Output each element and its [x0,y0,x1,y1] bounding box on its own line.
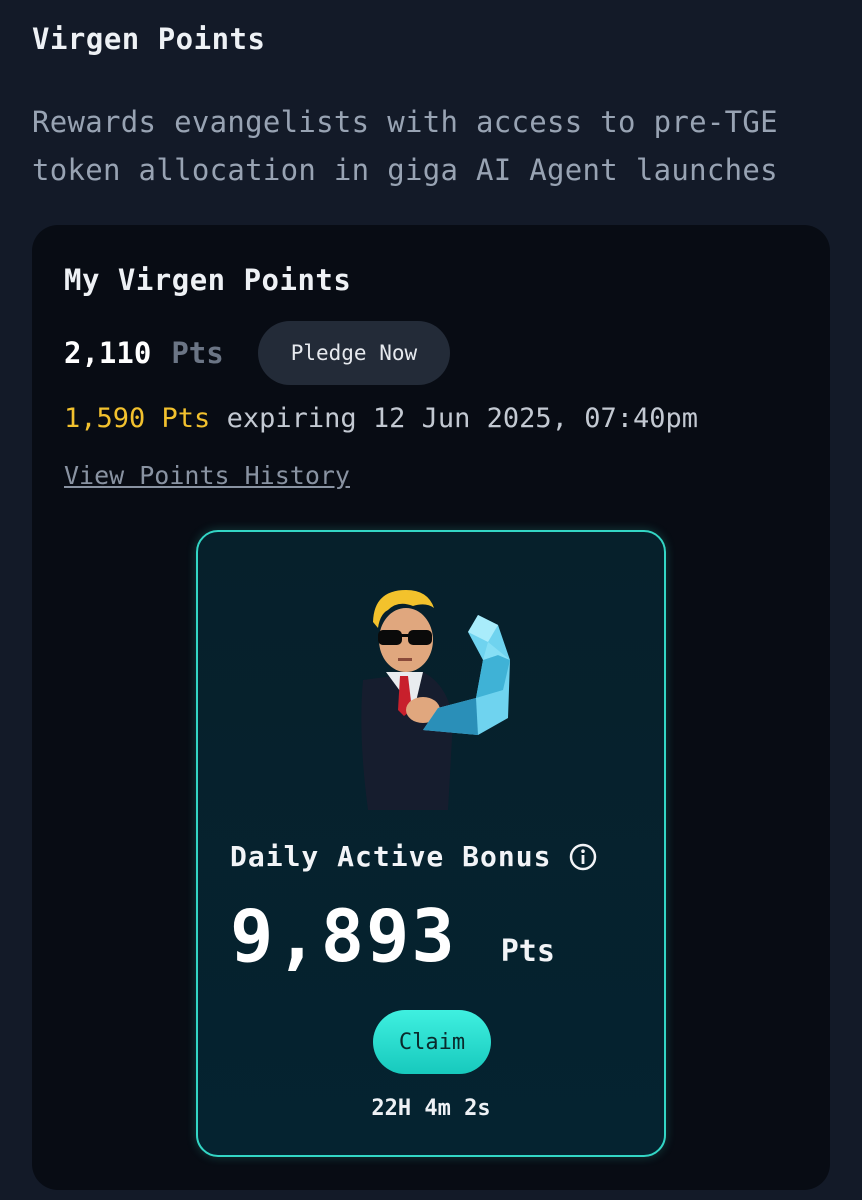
bonus-unit: Pts [500,934,555,969]
claim-button[interactable]: Claim [373,1010,491,1074]
card-title: My Virgen Points [64,263,352,297]
expiring-text: expiring 12 Jun 2025, 07:40pm [226,403,698,434]
bonus-label: Daily Active Bonus [230,840,552,873]
bonus-label-row: Daily Active Bonus [230,840,597,873]
bonus-value-row: 9,893 Pts [230,894,555,978]
points-unit: Pts [171,336,224,370]
pledge-now-button[interactable]: Pledge Now [257,321,451,385]
flexing-mascot-icon [361,590,510,810]
daily-bonus-card: Daily Active Bonus 9,893 Pts Claim 22H 4… [196,530,666,1157]
info-icon[interactable] [569,843,597,871]
claim-countdown: 22H 4m 2s [371,1096,491,1121]
bonus-value: 9,893 [230,894,457,978]
my-points-card: My Virgen Points 2,110 Pts Pledge Now 1,… [32,225,830,1190]
section-description: Rewards evangelists with access to pre-T… [32,105,778,187]
expiring-amount: 1,590 Pts [64,403,211,434]
view-points-history-link[interactable]: View Points History [64,461,350,490]
expiry-notice: 1,590 Pts expiring 12 Jun 2025, 07:40pm [64,403,698,434]
page: Virgen Points Rewards evangelists with a… [0,0,862,1200]
points-row: 2,110 Pts Pledge Now [64,321,451,385]
section-title: Virgen Points [32,22,266,56]
points-value: 2,110 [64,336,152,370]
